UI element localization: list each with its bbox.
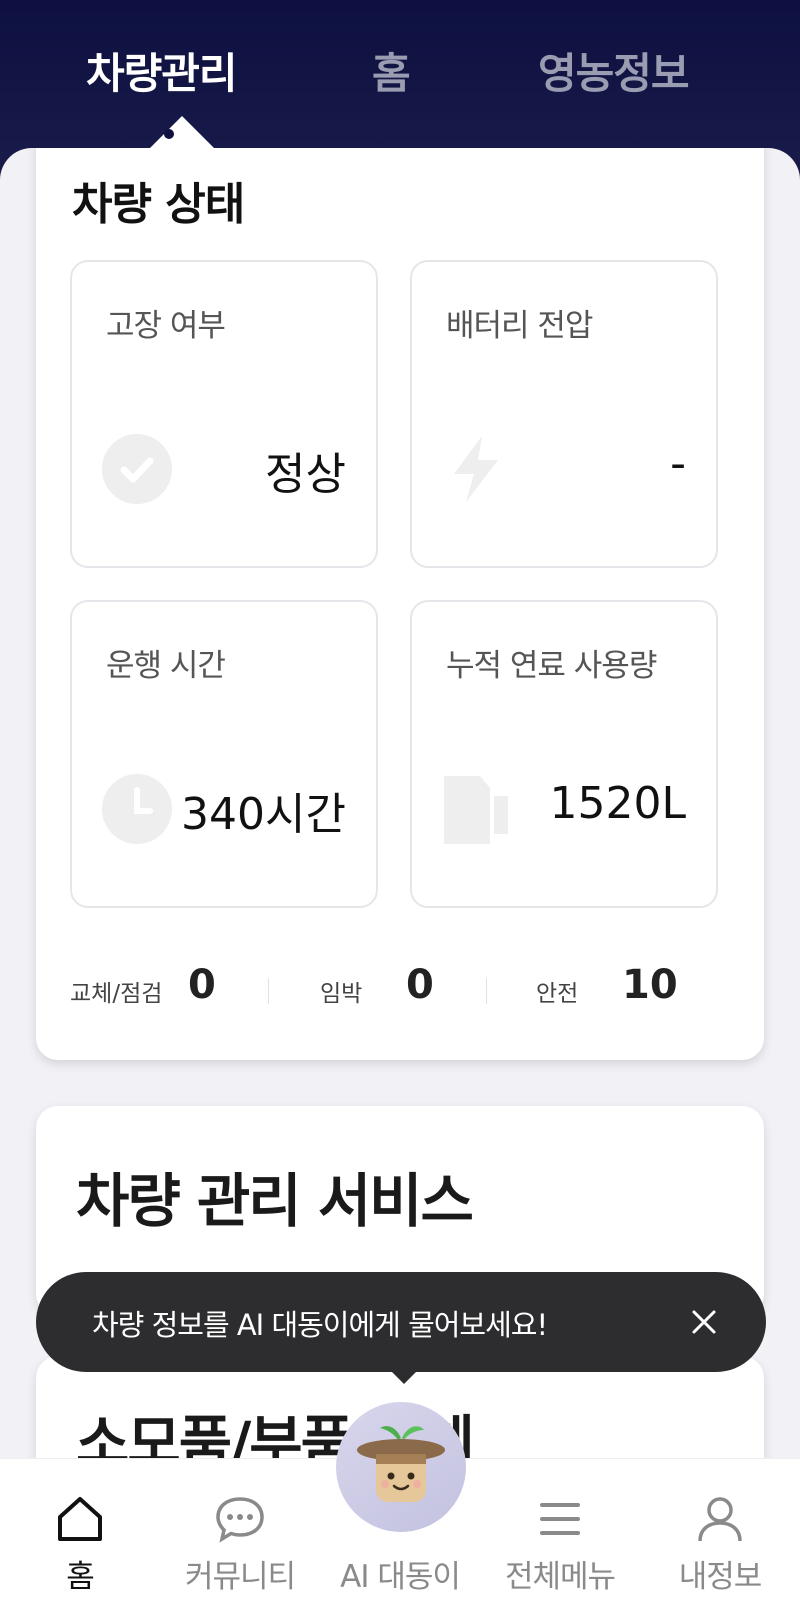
count-value-safe: 10 — [622, 962, 678, 1008]
count-label-replace: 교체/점검 — [70, 981, 163, 1007]
home-icon — [58, 1497, 102, 1541]
fuel-usage-tile[interactable]: 누적 연료 사용량 1520L — [410, 600, 718, 908]
tile-label: 고장 여부 — [106, 308, 226, 344]
fault-status-tile[interactable]: 고장 여부 정상 — [70, 260, 378, 568]
count-value-imminent: 0 — [406, 962, 434, 1008]
nav-community[interactable]: 커뮤니티 — [160, 1459, 320, 1604]
nav-my-info[interactable]: 내정보 — [640, 1459, 800, 1604]
ai-mascot-icon — [357, 1426, 445, 1502]
lightning-icon — [454, 436, 498, 502]
content-sheet[interactable]: 차량 상태 고장 여부 정상 배터리 전압 - 운행 시간 340시간 누적 연… — [0, 148, 800, 1458]
ai-tooltip: 차량 정보를 AI 대동이에게 물어보세요! — [36, 1272, 766, 1372]
tile-value: 정상 — [265, 449, 346, 500]
count-label-safe: 안전 — [536, 981, 579, 1007]
nav-label: 내정보 — [678, 1559, 763, 1595]
nav-label: AI 대동이 — [340, 1559, 461, 1595]
count-label-imminent: 임박 — [320, 981, 363, 1007]
ai-daedong-button[interactable] — [336, 1402, 466, 1532]
operating-hours-tile[interactable]: 운행 시간 340시간 — [70, 600, 378, 908]
vehicle-status-card: 차량 상태 고장 여부 정상 배터리 전압 - 운행 시간 340시간 누적 연… — [36, 148, 764, 1060]
menu-icon — [540, 1503, 580, 1535]
tile-value: - — [670, 438, 686, 489]
divider — [486, 978, 487, 1004]
user-icon — [698, 1497, 742, 1542]
tile-label: 배터리 전압 — [446, 308, 593, 344]
vehicle-service-title: 차량 관리 서비스 — [76, 1167, 474, 1235]
active-tab-pointer — [148, 116, 216, 150]
check-circle-icon — [102, 434, 172, 504]
active-tab-dot — [164, 129, 174, 139]
tooltip-arrow — [390, 1370, 418, 1384]
parts-summary-row: 교체/점검 0 임박 0 안전 10 — [36, 958, 764, 1018]
tile-value: 340시간 — [181, 789, 346, 840]
vehicle-status-title: 차량 상태 — [72, 179, 245, 230]
tab-farming-info[interactable]: 영농정보 — [538, 40, 690, 101]
tile-label: 운행 시간 — [106, 648, 226, 684]
nav-label: 홈 — [66, 1559, 95, 1595]
tab-vehicle-management[interactable]: 차량관리 — [86, 40, 238, 101]
nav-label: 전체메뉴 — [504, 1559, 616, 1595]
tab-home[interactable]: 홈 — [372, 40, 411, 101]
clock-icon — [102, 774, 172, 844]
battery-voltage-tile[interactable]: 배터리 전압 - — [410, 260, 718, 568]
fuel-pump-icon — [444, 776, 508, 844]
ai-tooltip-text: 차량 정보를 AI 대동이에게 물어보세요! — [92, 1308, 548, 1342]
nav-home[interactable]: 홈 — [0, 1459, 160, 1604]
tile-label: 누적 연료 사용량 — [446, 648, 657, 684]
nav-all-menu[interactable]: 전체메뉴 — [480, 1459, 640, 1604]
chat-bubble-icon — [216, 1497, 264, 1543]
close-icon[interactable] — [684, 1302, 724, 1342]
nav-label: 커뮤니티 — [184, 1559, 296, 1595]
tile-value: 1520L — [549, 778, 687, 829]
divider — [268, 978, 269, 1004]
count-value-replace: 0 — [188, 962, 216, 1008]
